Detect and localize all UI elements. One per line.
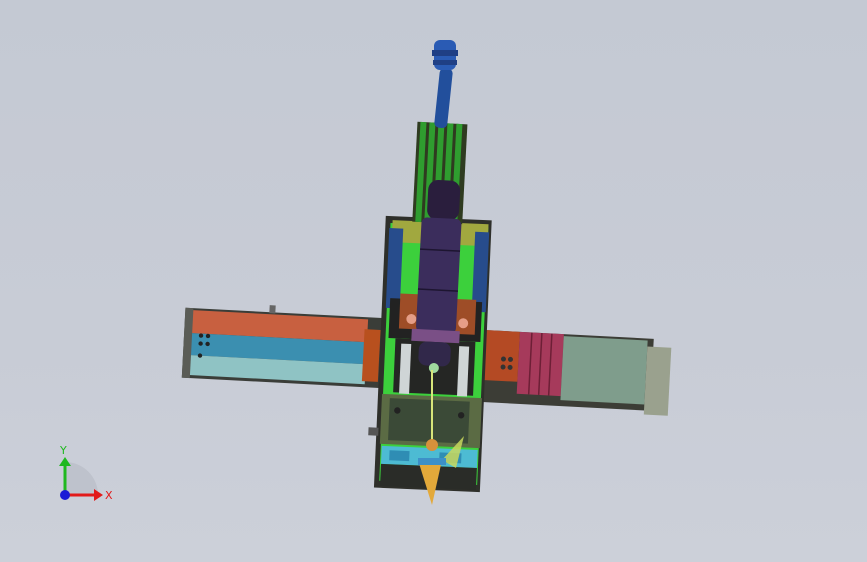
cad-model[interactable]	[0, 0, 867, 562]
x-axis-label: X	[105, 489, 113, 502]
z-axis-dot	[60, 490, 70, 500]
left-linear-axis-module[interactable]	[181, 301, 386, 389]
right-motor-axis-module[interactable]	[470, 329, 672, 416]
y-axis-arrow	[59, 457, 71, 466]
triad-graphic	[59, 457, 103, 501]
y-axis-label: Y	[60, 444, 67, 457]
3d-viewport[interactable]: Y X	[0, 0, 867, 562]
x-axis-arrow	[94, 489, 103, 501]
blue-cable-connector[interactable]	[432, 40, 458, 129]
coordinate-triad: Y X	[45, 440, 125, 510]
